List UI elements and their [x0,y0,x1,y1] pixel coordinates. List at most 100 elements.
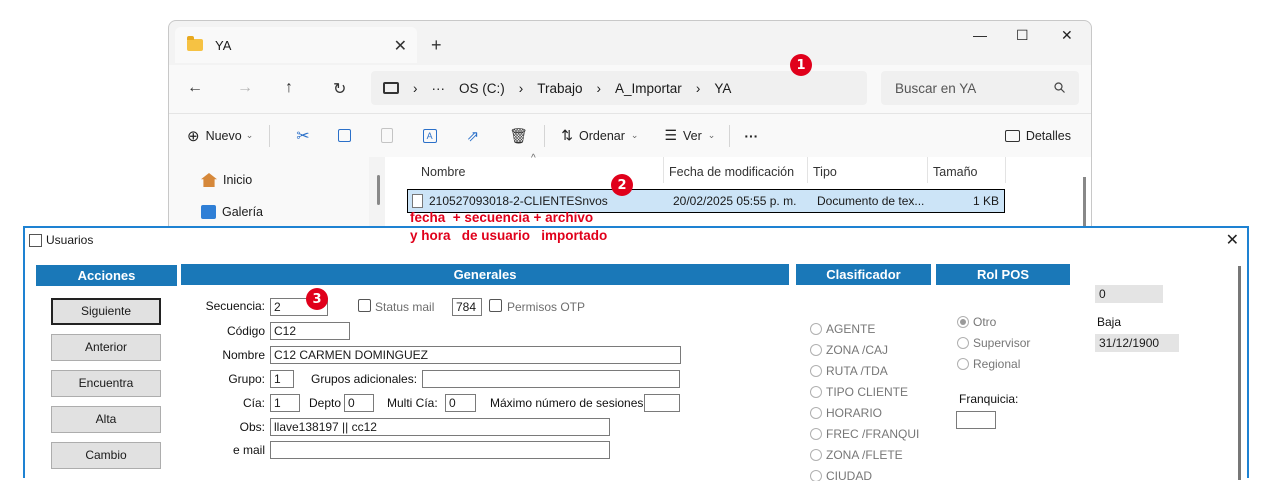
column-header-modified[interactable]: Fecha de modificación [669,165,794,179]
forward-arrow-icon[interactable]: → [237,79,253,97]
encuentra-button[interactable]: Encuentra [51,370,161,397]
breadcrumb-item-a-importar[interactable]: A_Importar [615,81,682,96]
section-generales: Generales [181,264,789,285]
details-button[interactable]: Detalles [1004,129,1071,143]
sidebar-item-galeria[interactable]: Galería [201,205,263,219]
depto-input[interactable]: 0 [344,394,374,412]
annotation-badge-1: 1 [790,54,812,76]
chevron-down-icon: ⌄ [630,130,639,140]
siguiente-button[interactable]: Siguiente [51,298,161,325]
obs-input[interactable]: llave138197 || cc12 [270,418,610,436]
status-mail-checkbox[interactable] [358,299,371,312]
breadcrumb-item-trabajo[interactable]: Trabajo [537,81,582,96]
sort-button[interactable]: ⇅ Ordenar ⌄ [561,127,638,144]
file-name: 210527093018-2-CLIENTESnvos [429,194,608,208]
column-header-name[interactable]: Nombre [421,165,465,179]
radio-horario[interactable]: HORARIO [810,406,950,422]
breadcrumb-item-ya[interactable]: YA [714,81,731,96]
file-type: Documento de tex... [817,194,925,208]
radio-ciudad[interactable]: CIUDAD [810,469,950,481]
paste-icon[interactable] [380,128,393,143]
multi-cia-label: Multi Cía: [387,396,438,410]
chevron-down-icon: ⌄ [245,130,254,140]
obs-label: Obs: [239,420,265,434]
back-arrow-icon[interactable]: ← [187,79,203,97]
codigo-input[interactable]: C12 [270,322,350,340]
baja-date-box: 31/12/1900 [1095,334,1179,352]
file-list-scrollbar[interactable] [1083,177,1086,229]
cut-icon[interactable]: ✂ [296,126,309,146]
section-acciones: Acciones [36,265,177,286]
franquicia-label: Franquicia: [959,392,1019,406]
max-sesiones-input[interactable] [644,394,680,412]
annotation-badge-2: 2 [611,174,633,196]
maximize-button[interactable]: ☐ [1016,27,1029,44]
more-options-icon[interactable]: ··· [744,128,758,144]
permisos-otp-checkbox[interactable] [489,299,502,312]
radio-agente[interactable]: AGENTE [810,322,950,338]
plus-circle-icon: ⊕ [187,127,200,145]
sort-ascending-icon: ^ [531,153,536,164]
column-divider[interactable] [807,157,808,183]
view-button[interactable]: ☰ Ver ⌄ [664,127,715,144]
share-icon[interactable]: ⇗ [467,127,480,145]
sidebar-item-label: Inicio [223,173,253,187]
navigation-pane: Inicio Galería [169,157,380,229]
franquicia-input[interactable] [956,411,996,429]
status-mail-input[interactable]: 784 [452,298,482,316]
tab-close-icon[interactable]: ✕ [394,36,407,56]
breadcrumb-sep: › [596,80,602,96]
alta-button[interactable]: Alta [51,406,161,433]
search-input[interactable]: Buscar en YA [881,71,1079,105]
breadcrumb-more[interactable]: ··· [432,81,446,96]
dialog-close-icon[interactable]: ✕ [1226,230,1239,250]
tab-ya[interactable]: YA ✕ [175,27,417,63]
toolbar-divider [544,124,546,147]
close-window-button[interactable]: ✕ [1061,27,1073,44]
delete-icon[interactable]: 🗑 [509,127,528,145]
refresh-icon[interactable]: ↻ [333,79,346,99]
column-divider[interactable] [1005,157,1006,183]
column-header-type[interactable]: Tipo [813,165,837,179]
new-button[interactable]: ⊕ Nuevo ⌄ [187,127,253,145]
breadcrumb-sep: › [518,80,524,96]
radio-regional[interactable]: Regional [957,357,1067,373]
radio-tipo-cliente[interactable]: TIPO CLIENTE [810,385,950,401]
nombre-input[interactable]: C12 CARMEN DOMINGUEZ [270,346,681,364]
grupos-adicionales-input[interactable] [422,370,680,388]
view-icon: ☰ [664,127,677,143]
chevron-down-icon: ⌄ [707,130,716,140]
nav-scrollbar[interactable] [377,175,380,205]
max-sesiones-label: Máximo número de sesiones: [490,396,647,410]
annotation-note: fecha + secuencia + archivo y hora de us… [410,210,608,243]
column-divider[interactable] [663,157,664,183]
radio-supervisor[interactable]: Supervisor [957,336,1067,352]
up-arrow-icon[interactable]: ↑ [285,79,293,97]
dialog-scrollbar[interactable] [1238,266,1241,480]
breadcrumb-item-os[interactable]: OS (C:) [459,81,505,96]
email-input[interactable] [270,441,610,459]
radio-otro[interactable]: Otro [957,315,1067,331]
rename-icon[interactable]: A [422,128,437,143]
column-header-size[interactable]: Tamaño [933,165,977,179]
grupo-input[interactable]: 1 [270,370,294,388]
cambio-button[interactable]: Cambio [51,442,161,469]
new-tab-button[interactable]: + [431,35,442,56]
anterior-button[interactable]: Anterior [51,334,161,361]
search-icon [1054,82,1065,93]
radio-frec-franqui[interactable]: FREC /FRANQUI [810,427,950,443]
column-divider[interactable] [927,157,928,183]
sort-label: Ordenar [579,128,625,143]
radio-ruta-tda[interactable]: RUTA /TDA [810,364,950,380]
right-value-box: 0 [1095,285,1163,303]
minimize-button[interactable]: — [973,27,987,43]
radio-zona-flete[interactable]: ZONA /FLETE [810,448,950,464]
folder-icon [187,36,203,51]
breadcrumb-sep: › [695,80,701,96]
sidebar-item-inicio[interactable]: Inicio [201,173,252,187]
cia-input[interactable]: 1 [270,394,300,412]
radio-zona-caj[interactable]: ZONA /CAJ [810,343,950,359]
address-bar[interactable]: › ··· OS (C:) › Trabajo › A_Importar › Y… [371,71,867,105]
multi-cia-input[interactable]: 0 [445,394,476,412]
copy-icon[interactable] [337,129,351,142]
